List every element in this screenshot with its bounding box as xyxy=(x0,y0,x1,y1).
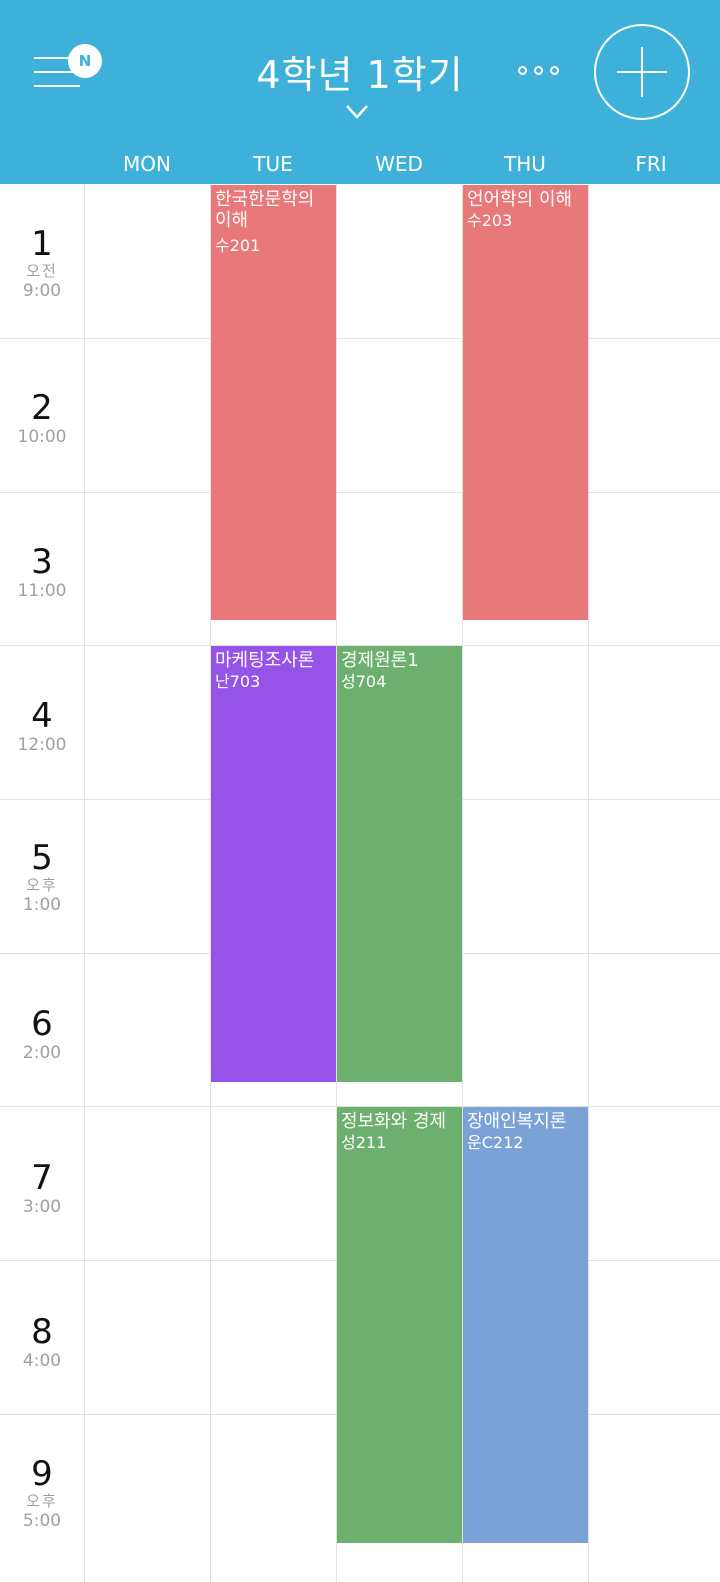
day-header-mon: MON xyxy=(123,152,171,176)
period-number: 4 xyxy=(31,696,53,736)
class-block[interactable]: 한국한문학의 이해 수201 xyxy=(211,185,336,620)
period-number: 2 xyxy=(31,388,53,428)
class-room: 수201 xyxy=(215,236,261,255)
period-number: 7 xyxy=(31,1158,53,1198)
grid-divider xyxy=(0,492,720,493)
class-room: 성211 xyxy=(341,1133,387,1152)
period-number: 1 xyxy=(31,224,53,264)
class-block[interactable]: 정보화와 경제 성211 xyxy=(337,1107,462,1543)
more-options-button[interactable] xyxy=(518,66,568,80)
app-header: N 4학년 1학기 MON TUE WED THU FRI xyxy=(0,0,720,184)
class-block[interactable]: 언어학의 이해 수203 xyxy=(463,185,588,620)
more-dot xyxy=(550,66,559,75)
class-block[interactable]: 장애인복지론 운C212 xyxy=(463,1107,588,1543)
class-room: 난703 xyxy=(215,672,261,691)
class-name: 언어학의 이해 xyxy=(467,189,573,210)
day-header-fri: FRI xyxy=(635,152,667,176)
period-number: 3 xyxy=(31,542,53,582)
period-number: 6 xyxy=(31,1004,53,1044)
period-label: 4 12:00 xyxy=(0,698,84,756)
period-label: 6 2:00 xyxy=(0,1006,84,1064)
period-number: 9 xyxy=(31,1454,53,1494)
add-class-button[interactable] xyxy=(594,24,690,120)
period-number: 8 xyxy=(31,1312,53,1352)
notification-badge: N xyxy=(68,44,102,78)
class-name: 정보화와 경제 xyxy=(341,1111,447,1132)
class-name: 장애인복지론 xyxy=(467,1111,567,1132)
period-ampm: 오후 xyxy=(26,1492,58,1510)
period-label: 1 오전 9:00 xyxy=(0,226,84,302)
period-label: 9 오후 5:00 xyxy=(0,1456,84,1532)
period-time: 5:00 xyxy=(22,1511,62,1531)
class-block[interactable]: 경제원론1 성704 xyxy=(337,646,462,1082)
period-label: 8 4:00 xyxy=(0,1314,84,1372)
class-block[interactable]: 마케팅조사론 난703 xyxy=(211,646,336,1082)
menu-button[interactable]: N xyxy=(34,44,104,94)
class-room: 운C212 xyxy=(467,1133,524,1152)
period-label: 5 오후 1:00 xyxy=(0,840,84,916)
class-name: 한국한문학의 이해 xyxy=(215,189,315,231)
day-header-wed: WED xyxy=(375,152,423,176)
period-time: 2:00 xyxy=(22,1043,62,1063)
class-room: 성704 xyxy=(341,672,387,691)
period-time: 4:00 xyxy=(22,1351,62,1371)
grid-divider xyxy=(0,338,720,339)
period-number: 5 xyxy=(31,838,53,878)
chevron-down-icon[interactable] xyxy=(345,104,369,120)
period-time: 1:00 xyxy=(22,895,62,915)
semester-title[interactable]: 4학년 1학기 xyxy=(160,44,560,99)
plus-icon xyxy=(617,47,667,97)
grid-divider xyxy=(588,184,589,1582)
more-dot xyxy=(518,66,527,75)
period-time: 3:00 xyxy=(22,1197,62,1217)
period-label: 7 3:00 xyxy=(0,1160,84,1218)
period-ampm: 오전 xyxy=(26,262,58,280)
class-name: 마케팅조사론 xyxy=(215,650,315,671)
grid-divider xyxy=(84,184,85,1582)
period-time: 12:00 xyxy=(17,735,67,755)
more-dot xyxy=(534,66,543,75)
class-room: 수203 xyxy=(467,211,513,230)
period-time: 10:00 xyxy=(17,427,67,447)
period-label: 3 11:00 xyxy=(0,544,84,602)
day-header-thu: THU xyxy=(504,152,546,176)
period-time: 9:00 xyxy=(22,281,62,301)
period-label: 2 10:00 xyxy=(0,390,84,448)
class-name: 경제원론1 xyxy=(341,650,419,671)
period-ampm: 오후 xyxy=(26,876,58,894)
period-time: 11:00 xyxy=(17,581,67,601)
day-header-tue: TUE xyxy=(253,152,293,176)
timetable-grid[interactable]: 1 오전 9:00 2 10:00 3 11:00 4 12:00 5 오후 1… xyxy=(0,184,720,1582)
